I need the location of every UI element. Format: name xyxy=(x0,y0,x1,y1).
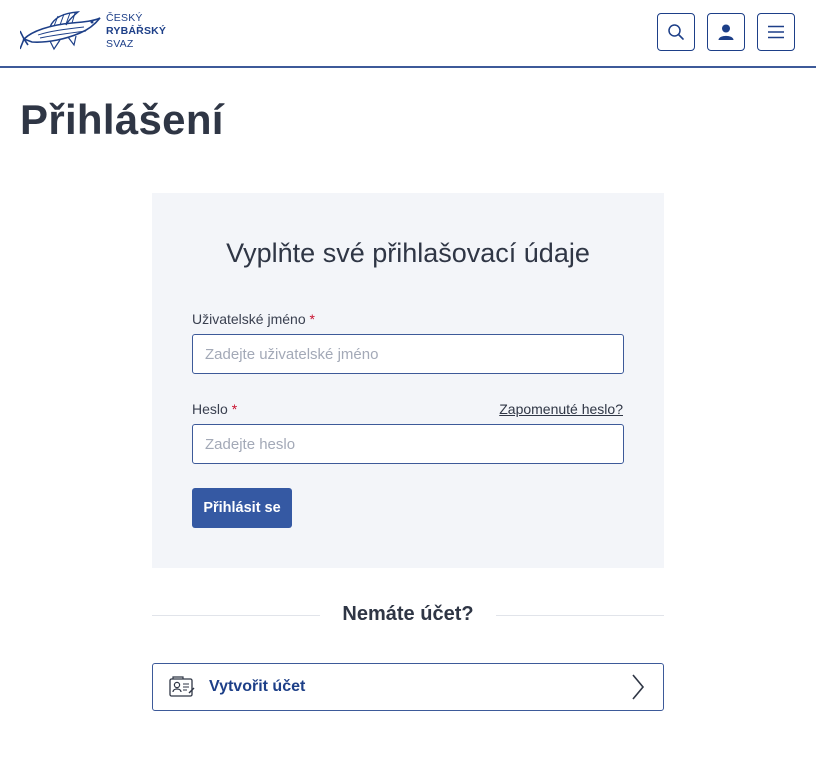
id-card-icon xyxy=(169,676,195,697)
password-input[interactable] xyxy=(192,424,624,464)
chevron-right-icon xyxy=(632,674,645,700)
create-account-button[interactable]: Vytvořit účet xyxy=(152,663,664,711)
no-account-heading: Nemáte účet? xyxy=(342,603,474,625)
search-button[interactable] xyxy=(657,13,695,51)
username-input[interactable] xyxy=(192,334,624,374)
password-label-text: Heslo xyxy=(192,401,228,417)
search-icon xyxy=(668,24,684,40)
password-label: Heslo * xyxy=(192,401,237,417)
logo-line-1: ČESKÝ xyxy=(106,12,143,24)
login-submit-button[interactable]: Přihlásit se xyxy=(192,488,292,528)
divider-left xyxy=(152,615,320,616)
user-account-button[interactable] xyxy=(707,13,745,51)
password-required-mark: * xyxy=(231,401,238,417)
username-required-mark: * xyxy=(309,311,315,327)
forgot-password-link[interactable]: Zapomenuté heslo? xyxy=(499,401,623,417)
logo-text: ČESKÝ RYBÁŘSKÝ SVAZ xyxy=(106,12,166,51)
divider-right xyxy=(496,615,664,616)
user-icon xyxy=(718,24,734,40)
hamburger-menu-icon xyxy=(768,25,784,39)
logo-line-2: RYBÁŘSKÝ xyxy=(106,25,167,37)
create-account-label: Vytvořit účet xyxy=(209,678,306,695)
page-title: Přihlášení xyxy=(20,96,224,143)
username-label: Uživatelské jméno * xyxy=(192,311,315,327)
menu-button[interactable] xyxy=(757,13,795,51)
logo[interactable]: ČESKÝ RYBÁŘSKÝ SVAZ xyxy=(20,9,180,55)
login-heading: Vyplňte své přihlašovací údaje xyxy=(226,238,590,268)
fish-logo-icon xyxy=(20,11,101,51)
username-label-text: Uživatelské jméno xyxy=(192,311,306,327)
site-header: ČESKÝ RYBÁŘSKÝ SVAZ xyxy=(0,0,816,68)
logo-line-3: SVAZ xyxy=(106,38,134,50)
